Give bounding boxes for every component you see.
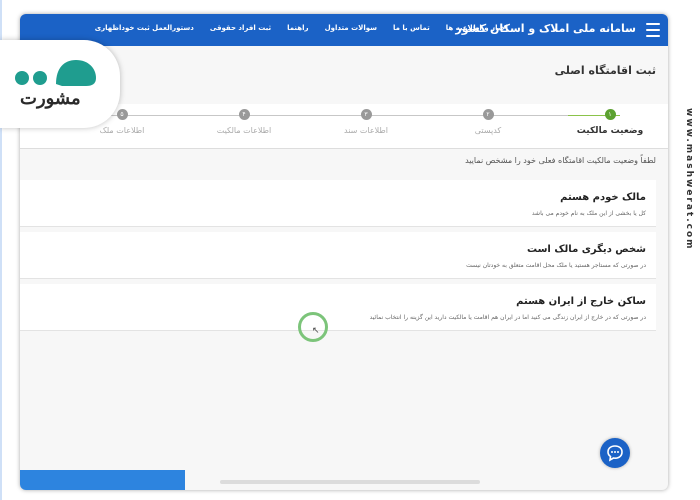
step-deed-info[interactable]: ۳ اطلاعات سند (306, 109, 426, 135)
step-number: ۵ (116, 109, 128, 120)
nav-link-legal-entities[interactable]: ثبت افراد حقوقی (210, 24, 271, 32)
mouse-cursor-icon: ↖ (312, 326, 320, 336)
step-number: ۱ (604, 109, 616, 120)
site-logo: مشورت (0, 40, 120, 128)
nav-link-contact[interactable]: تماس با ما (393, 24, 430, 32)
registration-stepper: ۱ وضعیت مالکیت ۲ کدپستی ۳ اطلاعات سند ۴ … (20, 104, 668, 149)
nav-link-instructions[interactable]: دستورالعمل ثبت خوداظهاری (95, 24, 194, 32)
step-ownership-status[interactable]: ۱ وضعیت مالکیت (550, 109, 668, 136)
chat-support-button[interactable] (600, 438, 630, 468)
bottom-progress-bar (20, 470, 185, 490)
step-number: ۳ (360, 109, 372, 120)
page-title: ثبت اقامتگاه اصلی (554, 64, 656, 77)
option-description: در صورتی که در خارج از ایران زندگی می کن… (369, 314, 646, 321)
step-label: اطلاعات سند (344, 126, 388, 135)
step-label: اطلاعات مالکیت (216, 126, 272, 135)
step-ownership-info[interactable]: ۴ اطلاعات مالکیت (184, 109, 304, 135)
step-number: ۴ (238, 109, 250, 120)
nav-links: اخبار و اطلاعیه ها تماس با ما سوالات متد… (79, 24, 508, 32)
option-description: در صورتی که مستاجر هستید یا ملک محل اقام… (466, 262, 646, 269)
chat-bubble-icon (607, 445, 623, 462)
nav-link-news[interactable]: اخبار و اطلاعیه ها (446, 24, 508, 32)
nav-link-faq[interactable]: سوالات متداول (325, 24, 377, 32)
logo-text: مشورت (20, 88, 81, 109)
option-owner-myself[interactable]: مالک خودم هستم کل یا بخشی از این ملک به … (20, 180, 656, 227)
site-watermark: www.mashwerat.com (684, 108, 694, 251)
option-resident-abroad[interactable]: ساکن خارج از ایران هستم در صورتی که در خ… (20, 284, 656, 331)
step-number: ۲ (482, 109, 494, 120)
step-postal-code[interactable]: ۲ کدپستی (428, 109, 548, 135)
step-label: کدپستی (474, 126, 502, 135)
option-other-owner[interactable]: شخص دیگری مالک است در صورتی که مستاجر هس… (20, 232, 656, 279)
option-title: ساکن خارج از ایران هستم (516, 296, 646, 307)
ownership-prompt: لطفاً وضعیت مالکیت اقامتگاه فعلی خود را … (465, 156, 656, 165)
nav-link-guide[interactable]: راهنما (287, 24, 308, 32)
top-navigation-bar: سامانه ملی املاک و اسکان کشور اخبار و اط… (20, 14, 668, 46)
hamburger-icon[interactable] (646, 23, 660, 37)
logo-mark-icon (15, 60, 96, 86)
option-title: مالک خودم هستم (560, 192, 646, 203)
option-title: شخص دیگری مالک است (526, 244, 646, 255)
window-bottom-edge (220, 480, 480, 484)
option-description: کل یا بخشی از این ملک به نام خودم می باش… (531, 210, 646, 217)
step-label: وضعیت مالکیت (576, 126, 644, 136)
